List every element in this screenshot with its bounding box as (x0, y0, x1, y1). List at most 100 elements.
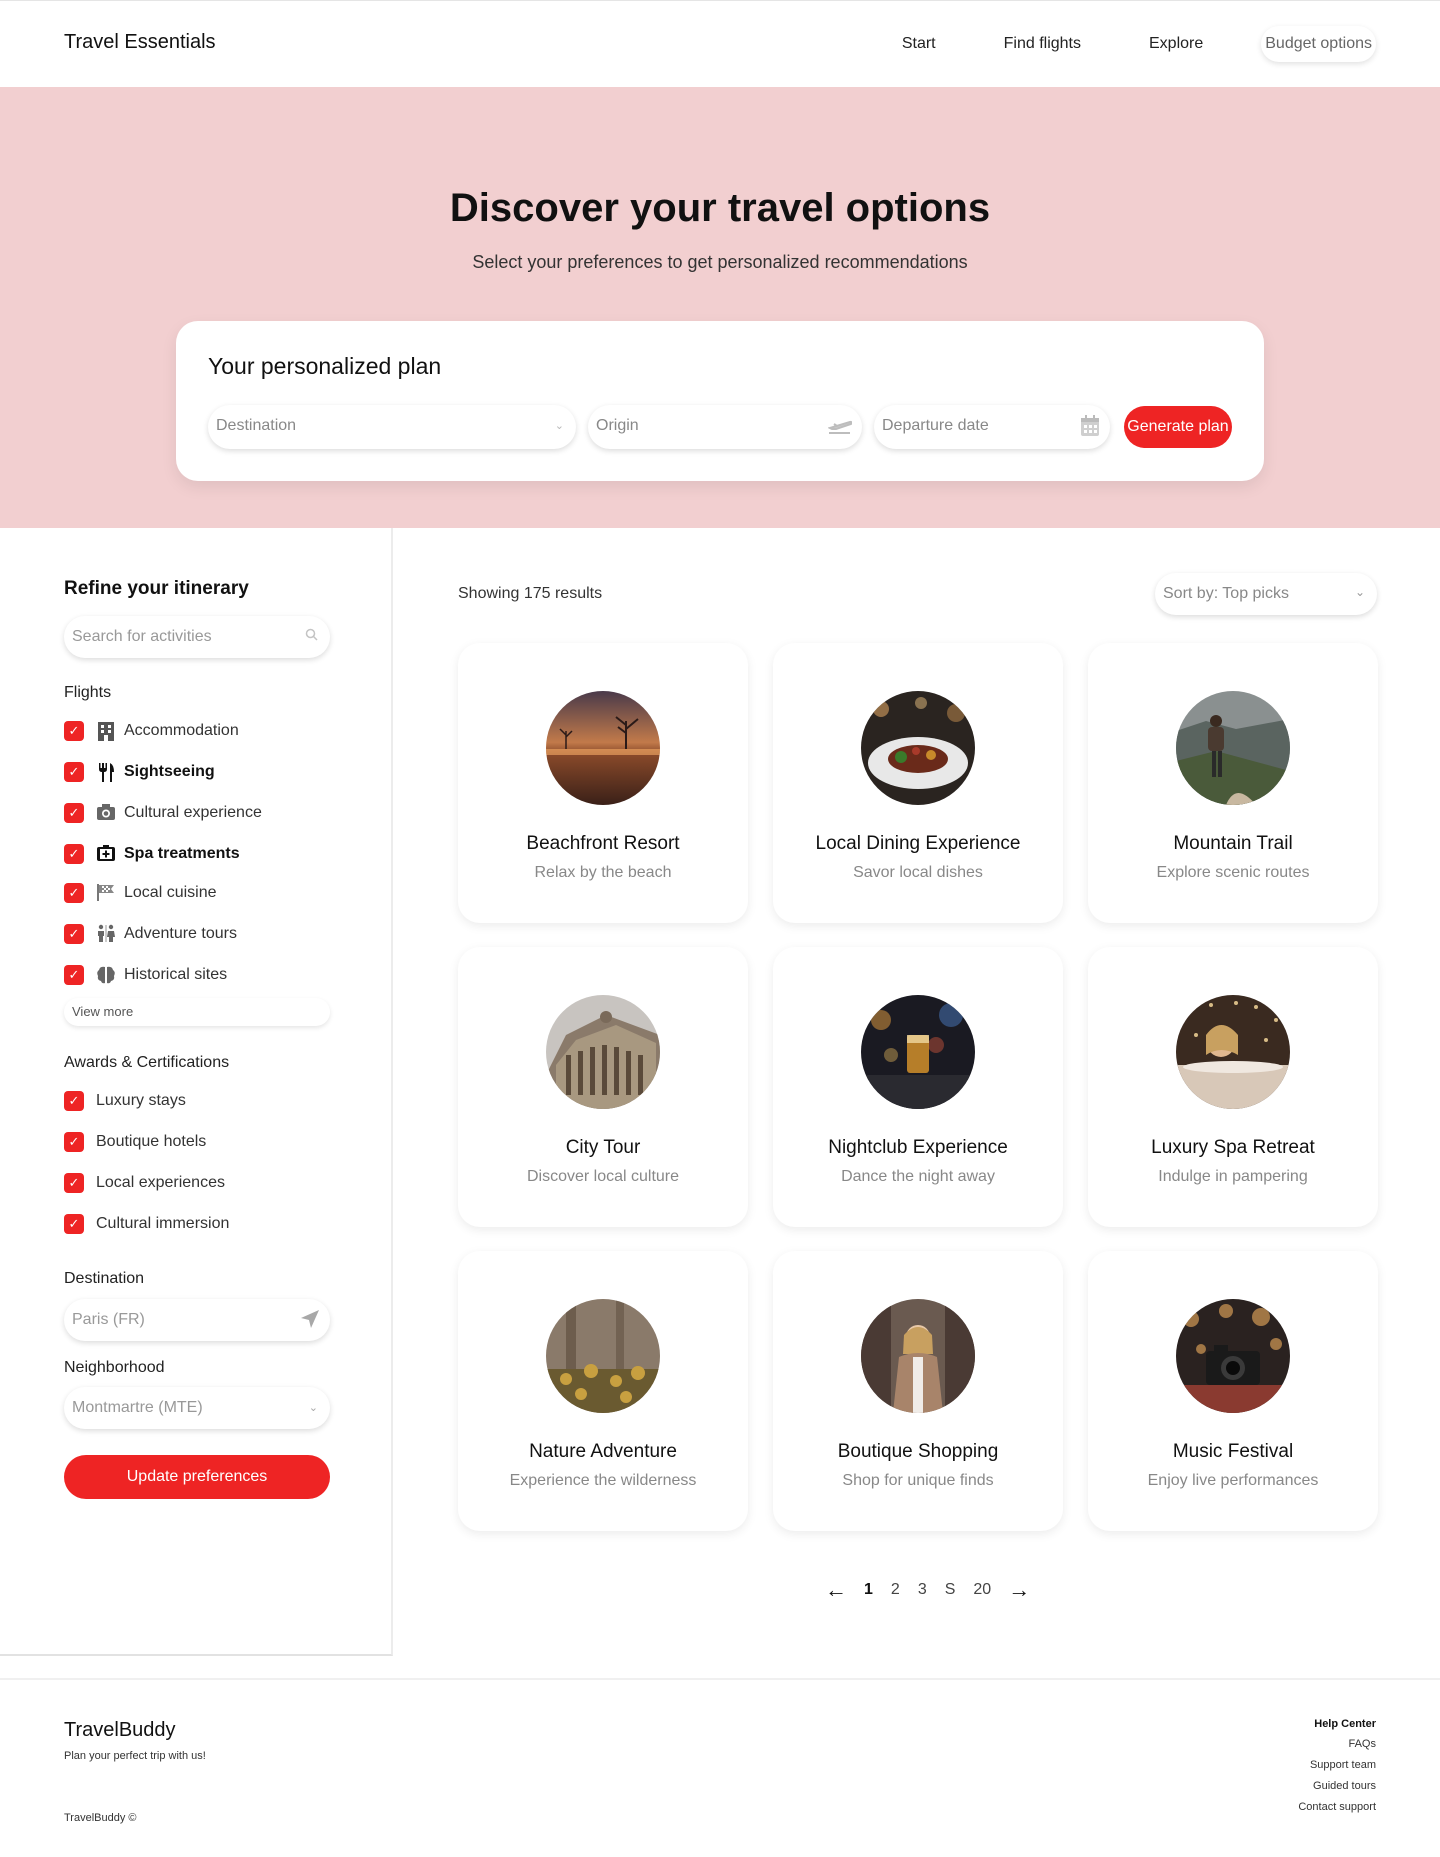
filter-accommodation[interactable]: ✓ Accommodation (64, 720, 239, 742)
checkbox-checked[interactable]: ✓ (64, 924, 84, 944)
card-description: Experience the wilderness (509, 1472, 697, 1489)
filter-adventure-tours[interactable]: ✓ Adventure tours (64, 923, 237, 945)
checkbox-checked[interactable]: ✓ (64, 883, 84, 903)
neighborhood-select[interactable]: Montmartre (MTE) ⌄ (64, 1387, 330, 1429)
card-description: Savor local dishes (853, 864, 983, 881)
card-title: Local Dining Experience (815, 833, 1021, 854)
filter-historical-sites[interactable]: ✓ Historical sites (64, 964, 227, 986)
result-card[interactable]: Luxury Spa Retreat Indulge in pampering (1088, 947, 1378, 1227)
checkbox-checked[interactable]: ✓ (64, 1132, 84, 1152)
checkbox-checked[interactable]: ✓ (64, 965, 84, 985)
checkbox-checked[interactable]: ✓ (64, 721, 84, 741)
card-image (546, 691, 660, 805)
card-image (1176, 995, 1290, 1109)
arrow-right-icon[interactable]: → (1000, 1577, 1038, 1603)
activity-search-input[interactable]: Search for activities (64, 616, 330, 658)
footer-links-title: Help Center (1314, 1718, 1376, 1730)
card-description: Discover local culture (526, 1168, 680, 1185)
filter-label: Spa treatments (124, 845, 240, 862)
result-card[interactable]: Music Festival Enjoy live performances (1088, 1251, 1378, 1531)
result-card[interactable]: Mountain Trail Explore scenic routes (1088, 643, 1378, 923)
filter-spa-treatments[interactable]: ✓ Spa treatments (64, 843, 240, 865)
card-title: Music Festival (1172, 1441, 1294, 1462)
nav-start[interactable]: Start (894, 25, 944, 63)
destination-select[interactable]: Destination ⌄ (208, 405, 576, 449)
checkbox-checked[interactable]: ✓ (64, 762, 84, 782)
departure-date-input[interactable]: Departure date (874, 405, 1110, 449)
origin-input[interactable]: Origin (588, 405, 862, 449)
result-card[interactable]: Local Dining Experience Savor local dish… (773, 643, 1063, 923)
footer-link-contact-support[interactable]: Contact support (1298, 1801, 1376, 1813)
main-nav: Start Find flights Explore Budget option… (894, 25, 1376, 63)
filter-label: Cultural immersion (96, 1215, 230, 1232)
filter-local-cuisine[interactable]: ✓ Local cuisine (64, 882, 217, 904)
filter-label: Luxury stays (96, 1092, 186, 1109)
nav-find-flights[interactable]: Find flights (996, 25, 1089, 63)
utensils-icon (96, 762, 116, 782)
brand-title[interactable]: Travel Essentials (64, 31, 216, 54)
filter-sightseeing[interactable]: ✓ Sightseeing (64, 761, 215, 783)
filter-cultural-immersion[interactable]: ✓ Cultural immersion (64, 1213, 229, 1235)
view-more-button[interactable]: View more (64, 998, 330, 1026)
checkbox-checked[interactable]: ✓ (64, 844, 84, 864)
filter-label: Sightseeing (124, 763, 215, 780)
page-20[interactable]: 20 (964, 1581, 1000, 1599)
checkbox-checked[interactable]: ✓ (64, 1214, 84, 1234)
plan-card: Your personalized plan Destination ⌄ Ori… (176, 321, 1264, 481)
chevron-down-icon: ⌄ (308, 1402, 318, 1414)
flights-label: Flights (64, 684, 112, 701)
sort-value: Sort by: Top picks (1163, 585, 1289, 602)
neighborhood-value: Montmartre (MTE) (72, 1399, 203, 1416)
date-placeholder: Departure date (882, 417, 989, 434)
generate-plan-button[interactable]: Generate plan (1124, 406, 1232, 448)
awards-label: Awards & Certifications (64, 1054, 230, 1071)
checkbox-checked[interactable]: ✓ (64, 803, 84, 823)
result-card[interactable]: City Tour Discover local culture (458, 947, 748, 1227)
footer-link-faqs[interactable]: FAQs (1298, 1738, 1376, 1750)
filter-cultural-experience[interactable]: ✓ Cultural experience (64, 802, 262, 824)
nav-explore[interactable]: Explore (1141, 25, 1211, 63)
footer-link-guided-tours[interactable]: Guided tours (1298, 1780, 1376, 1792)
card-description: Dance the night away (841, 1168, 995, 1185)
filter-label: Boutique hotels (96, 1133, 207, 1150)
checkbox-checked[interactable]: ✓ (64, 1091, 84, 1111)
result-card[interactable]: Boutique Shopping Shop for unique finds (773, 1251, 1063, 1531)
calendar-icon (1080, 415, 1100, 442)
result-card[interactable]: Nature Adventure Experience the wilderne… (458, 1251, 748, 1531)
flag-icon (96, 883, 116, 903)
footer-copyright: TravelBuddy © (64, 1812, 137, 1824)
page-2[interactable]: 2 (882, 1581, 909, 1599)
plane-icon (827, 415, 853, 440)
footer-link-support-team[interactable]: Support team (1298, 1759, 1376, 1771)
card-description: Explore scenic routes (1156, 864, 1310, 881)
results-panel: Showing 175 results Sort by: Top picks ⌄… (393, 528, 1440, 1656)
page-1[interactable]: 1 (855, 1581, 882, 1599)
camera-icon (96, 803, 116, 823)
card-title: City Tour (565, 1137, 641, 1158)
sort-select[interactable]: Sort by: Top picks ⌄ (1155, 573, 1377, 615)
destination-input[interactable]: Paris (FR) (64, 1299, 330, 1341)
filter-local-experiences[interactable]: ✓ Local experiences (64, 1172, 225, 1194)
card-image (1176, 1299, 1290, 1413)
destination-placeholder: Destination (216, 417, 297, 434)
hero-section: Discover your travel options Select your… (0, 87, 1440, 528)
result-card[interactable]: Nightclub Experience Dance the night awa… (773, 947, 1063, 1227)
page-3[interactable]: 3 (909, 1581, 936, 1599)
building-icon (96, 721, 116, 741)
chevron-down-icon: ⌄ (554, 420, 564, 432)
card-title: Beachfront Resort (526, 833, 680, 854)
filter-boutique-hotels[interactable]: ✓ Boutique hotels (64, 1131, 206, 1153)
result-card[interactable]: Beachfront Resort Relax by the beach (458, 643, 748, 923)
filter-label: Local cuisine (124, 884, 217, 901)
page-s[interactable]: S (936, 1581, 965, 1599)
search-icon (305, 628, 318, 644)
card-image (861, 995, 975, 1109)
card-image (861, 1299, 975, 1413)
footer-brand: TravelBuddy (64, 1719, 176, 1741)
update-preferences-button[interactable]: Update preferences (64, 1455, 330, 1499)
nav-budget-options[interactable]: Budget options (1261, 26, 1376, 62)
arrow-left-icon[interactable]: ← (817, 1577, 855, 1603)
card-image (1176, 691, 1290, 805)
filter-luxury-stays[interactable]: ✓ Luxury stays (64, 1090, 186, 1112)
checkbox-checked[interactable]: ✓ (64, 1173, 84, 1193)
